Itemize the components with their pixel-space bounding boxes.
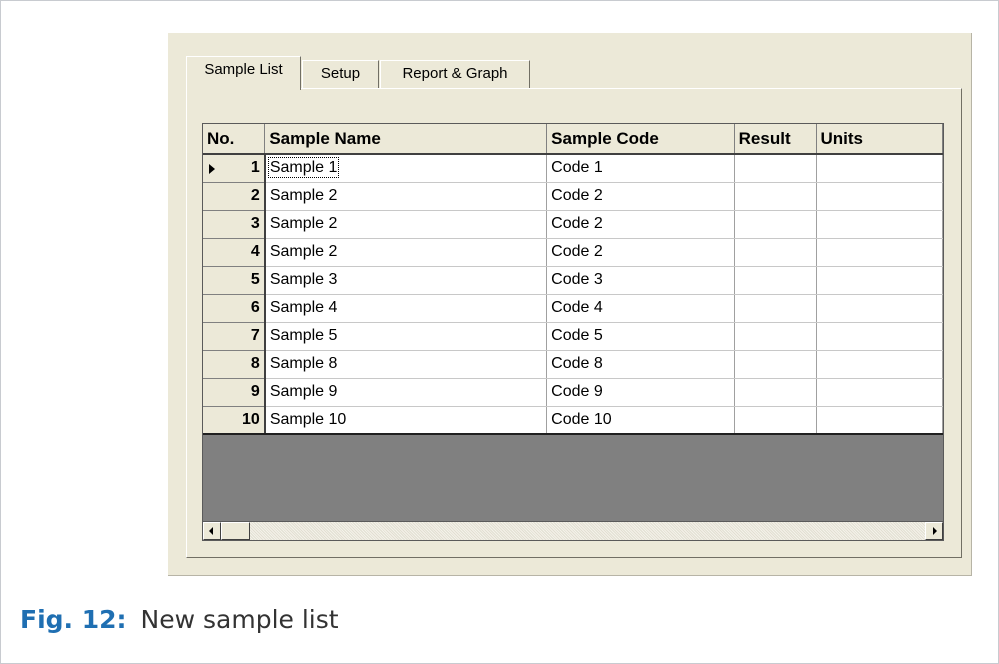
- units-cell[interactable]: [816, 154, 943, 183]
- sample-code-cell[interactable]: Code 5: [546, 322, 735, 351]
- table-row[interactable]: 9 Sample 9 Code 9: [203, 378, 943, 407]
- sample-name-cell[interactable]: Sample 4: [264, 294, 548, 323]
- table-row[interactable]: 8 Sample 8 Code 8: [203, 350, 943, 379]
- sample-code-cell[interactable]: Code 2: [546, 210, 735, 239]
- result-cell[interactable]: [734, 266, 817, 295]
- result-cell[interactable]: [734, 378, 817, 407]
- row-number-cell[interactable]: 8: [203, 350, 266, 379]
- sample-name-cell[interactable]: Sample 5: [264, 322, 548, 351]
- row-pointer-icon: [209, 164, 215, 174]
- tab-setup-label: Setup: [320, 65, 361, 82]
- figure-caption-text: New sample list: [140, 605, 339, 634]
- result-cell[interactable]: [734, 238, 817, 267]
- units-cell[interactable]: [816, 406, 943, 435]
- sample-code-cell[interactable]: Code 8: [546, 350, 735, 379]
- tab-report-graph-label: Report & Graph: [402, 65, 508, 82]
- tab-report-graph[interactable]: Report & Graph: [380, 60, 530, 88]
- header-row: No. Sample Name Sample Code Result Units: [203, 124, 943, 155]
- sample-code-cell[interactable]: Code 2: [546, 238, 735, 267]
- figure-number: Fig. 12:: [20, 605, 127, 634]
- sample-name-cell[interactable]: Sample 1: [264, 154, 548, 183]
- row-number-cell[interactable]: 5: [203, 266, 266, 295]
- table-row[interactable]: 6 Sample 4 Code 4: [203, 294, 943, 323]
- sample-name-text: Sample 1: [267, 157, 340, 179]
- sample-name-cell[interactable]: Sample 10: [264, 406, 548, 435]
- column-header-sample-name[interactable]: Sample Name: [264, 124, 548, 155]
- sample-name-cell[interactable]: Sample 2: [264, 238, 548, 267]
- result-cell[interactable]: [734, 350, 817, 379]
- result-cell[interactable]: [734, 182, 817, 211]
- column-header-sample-code[interactable]: Sample Code: [546, 124, 735, 155]
- sample-grid[interactable]: No. Sample Name Sample Code Result Units…: [202, 123, 944, 539]
- row-number: 1: [250, 159, 260, 177]
- table-row[interactable]: 7 Sample 5 Code 5: [203, 322, 943, 351]
- units-cell[interactable]: [816, 266, 943, 295]
- arrow-right-icon: [933, 527, 937, 535]
- result-cell[interactable]: [734, 154, 817, 183]
- units-cell[interactable]: [816, 210, 943, 239]
- table-row[interactable]: 3 Sample 2 Code 2: [203, 210, 943, 239]
- sample-code-cell[interactable]: Code 2: [546, 182, 735, 211]
- result-cell[interactable]: [734, 294, 817, 323]
- row-number-cell[interactable]: 9: [203, 378, 266, 407]
- units-cell[interactable]: [816, 294, 943, 323]
- column-header-result[interactable]: Result: [734, 124, 817, 155]
- row-number-cell[interactable]: 4: [203, 238, 266, 267]
- units-cell[interactable]: [816, 322, 943, 351]
- figure-caption: Fig. 12: New sample list: [20, 605, 339, 634]
- row-number-cell[interactable]: 1: [203, 154, 266, 183]
- row-number-cell[interactable]: 3: [203, 210, 266, 239]
- sample-list-window: Sample List Setup Report & Graph No. Sam…: [168, 33, 972, 576]
- sample-code-cell[interactable]: Code 3: [546, 266, 735, 295]
- table-row[interactable]: 4 Sample 2 Code 2: [203, 238, 943, 267]
- sample-code-cell[interactable]: Code 4: [546, 294, 735, 323]
- sample-table: No. Sample Name Sample Code Result Units…: [203, 124, 943, 435]
- table-row[interactable]: 1 Sample 1 Code 1: [203, 154, 943, 183]
- units-cell[interactable]: [816, 182, 943, 211]
- sample-code-cell[interactable]: Code 10: [546, 406, 735, 435]
- sample-name-cell[interactable]: Sample 8: [264, 350, 548, 379]
- result-cell[interactable]: [734, 322, 817, 351]
- horizontal-scrollbar[interactable]: [202, 521, 944, 541]
- scroll-thumb[interactable]: [221, 522, 250, 540]
- table-row[interactable]: 5 Sample 3 Code 3: [203, 266, 943, 295]
- tab-sample-list-label: Sample List: [204, 61, 283, 78]
- row-number-cell[interactable]: 10: [203, 406, 266, 435]
- units-cell[interactable]: [816, 378, 943, 407]
- row-number-cell[interactable]: 2: [203, 182, 266, 211]
- table-row[interactable]: 2 Sample 2 Code 2: [203, 182, 943, 211]
- scroll-right-button[interactable]: [925, 522, 943, 540]
- column-header-no[interactable]: No.: [203, 124, 266, 155]
- tab-setup[interactable]: Setup: [302, 60, 379, 88]
- table-row[interactable]: 10 Sample 10 Code 10: [203, 406, 943, 435]
- scroll-left-button[interactable]: [203, 522, 221, 540]
- arrow-left-icon: [209, 527, 213, 535]
- sample-name-cell[interactable]: Sample 2: [264, 182, 548, 211]
- sample-name-cell[interactable]: Sample 9: [264, 378, 548, 407]
- tab-content: No. Sample Name Sample Code Result Units…: [186, 88, 962, 558]
- column-header-units[interactable]: Units: [816, 124, 943, 155]
- sample-name-cell[interactable]: Sample 2: [264, 210, 548, 239]
- tab-sample-list[interactable]: Sample List: [186, 56, 301, 90]
- sample-name-cell[interactable]: Sample 3: [264, 266, 548, 295]
- row-number-cell[interactable]: 7: [203, 322, 266, 351]
- units-cell[interactable]: [816, 350, 943, 379]
- sample-code-cell[interactable]: Code 1: [546, 154, 735, 183]
- units-cell[interactable]: [816, 238, 943, 267]
- sample-code-cell[interactable]: Code 9: [546, 378, 735, 407]
- result-cell[interactable]: [734, 210, 817, 239]
- row-number-cell[interactable]: 6: [203, 294, 266, 323]
- result-cell[interactable]: [734, 406, 817, 435]
